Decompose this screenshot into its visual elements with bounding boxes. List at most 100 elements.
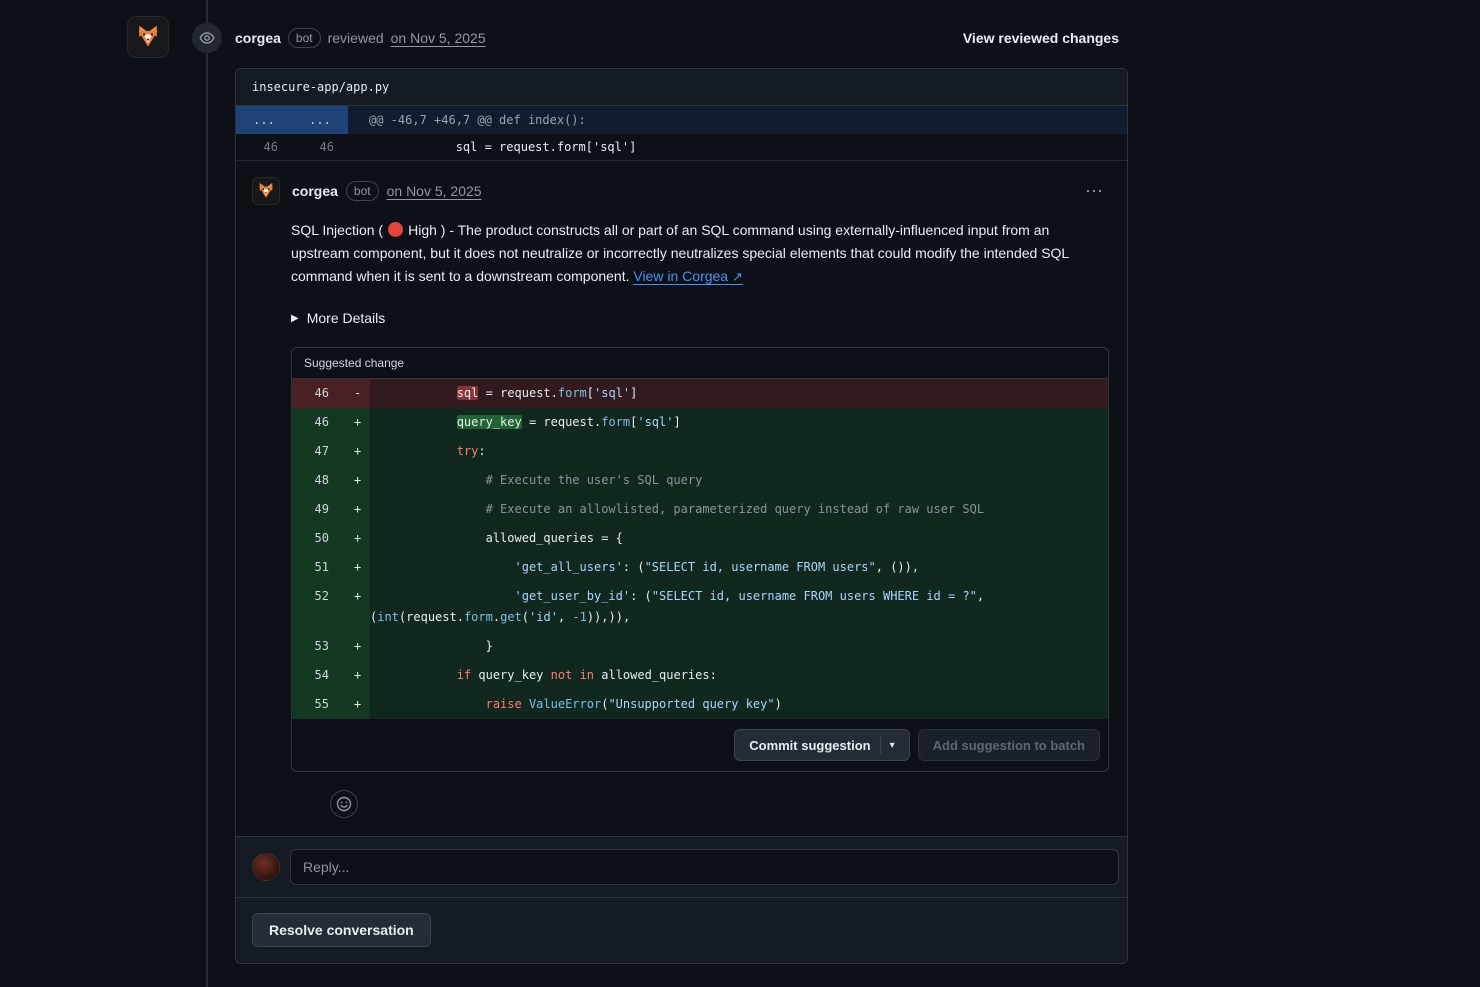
diff-code: allowed_queries = { xyxy=(370,524,1108,553)
diff-context-line: 46 46 sql = request.form['sql'] xyxy=(236,134,1127,161)
reply-row xyxy=(236,837,1127,897)
review-header: corgea bot reviewed on Nov 5, 2025 View … xyxy=(0,0,1480,60)
file-name-link[interactable]: insecure-app/app.py xyxy=(252,80,389,94)
comment-date-link[interactable]: on Nov 5, 2025 xyxy=(387,183,482,199)
diff-hunk-row: ... ... @@ -46,7 +46,7 @@ def index(): xyxy=(236,106,1127,134)
diff-line-number: 52 xyxy=(292,582,346,632)
diff-sign: + xyxy=(346,690,370,719)
kebab-menu-button[interactable]: ⋯ xyxy=(1079,180,1109,202)
diff-line-number: 46 xyxy=(292,408,346,437)
more-details: ▶ More Details xyxy=(291,308,1109,329)
diff-sign: + xyxy=(346,495,370,524)
diff-sign: - xyxy=(346,379,370,408)
review-comment: corgea bot on Nov 5, 2025 ⋯ SQL Injectio… xyxy=(236,161,1127,836)
hunk-gutter-dots-new: ... xyxy=(292,106,348,134)
suggestion-diff-row: 50+ allowed_queries = { xyxy=(292,524,1108,553)
view-reviewed-changes-link[interactable]: View reviewed changes xyxy=(963,30,1119,46)
user-avatar[interactable] xyxy=(252,853,280,881)
review-action-text: reviewed xyxy=(328,30,384,46)
diff-code: 'get_all_users': ("SELECT id, username F… xyxy=(370,553,1108,582)
bot-avatar[interactable] xyxy=(127,16,169,58)
diff-code: # Execute an allowlisted, parameterized … xyxy=(370,495,1108,524)
reply-input[interactable] xyxy=(290,849,1119,885)
emoji-reaction-button[interactable] xyxy=(330,790,358,818)
new-line-number: 46 xyxy=(292,134,348,160)
fox-logo-icon xyxy=(134,23,162,51)
more-details-label: More Details xyxy=(307,308,386,329)
add-suggestion-to-batch-button[interactable]: Add suggestion to batch xyxy=(918,729,1100,761)
diff-line-number: 55 xyxy=(292,690,346,719)
thread-footer: Resolve conversation xyxy=(236,836,1127,963)
suggestion-diff-row: 46+ query_key = request.form['sql'] xyxy=(292,408,1108,437)
commit-suggestion-button[interactable]: Commit suggestion ▾ xyxy=(734,729,909,761)
suggestion-diff-row: 51+ 'get_all_users': ("SELECT id, userna… xyxy=(292,553,1108,582)
suggestion-diff-row: 46- sql = request.form['sql'] xyxy=(292,379,1108,408)
view-in-corgea-link[interactable]: View in Corgea ↗ xyxy=(633,268,742,284)
diff-sign: + xyxy=(346,466,370,495)
file-header: insecure-app/app.py xyxy=(236,69,1127,106)
suggestion-diff-row: 52+ 'get_user_by_id': ("SELECT id, usern… xyxy=(292,582,1108,632)
diff-sign: + xyxy=(346,661,370,690)
diff-code: query_key = request.form['sql'] xyxy=(370,408,1108,437)
comment-bot-avatar[interactable] xyxy=(252,177,280,205)
resolve-row: Resolve conversation xyxy=(236,897,1127,963)
diff-code: try: xyxy=(370,437,1108,466)
diff-sign: + xyxy=(346,524,370,553)
suggested-change: Suggested change 46- sql = request.form[… xyxy=(291,347,1109,772)
hunk-header-text: @@ -46,7 +46,7 @@ def index(): xyxy=(348,106,586,134)
hunk-gutter-dots-old: ... xyxy=(236,106,292,134)
suggestion-diff-row: 48+ # Execute the user's SQL query xyxy=(292,466,1108,495)
diff-sign: + xyxy=(346,582,370,632)
suggestion-diff-row: 54+ if query_key not in allowed_queries: xyxy=(292,661,1108,690)
more-details-toggle[interactable]: ▶ More Details xyxy=(291,308,1109,329)
review-thread-card: insecure-app/app.py ... ... @@ -46,7 +46… xyxy=(235,68,1128,964)
dropdown-caret-icon: ▾ xyxy=(890,740,895,751)
bot-badge: bot xyxy=(288,28,321,48)
high-severity-icon xyxy=(388,222,403,237)
suggestion-diff-row: 49+ # Execute an allowlisted, parameteri… xyxy=(292,495,1108,524)
diff-sign: + xyxy=(346,437,370,466)
external-link-icon: ↗ xyxy=(732,269,743,284)
comment-text-prefix: SQL Injection ( xyxy=(291,222,383,238)
diff-code: # Execute the user's SQL query xyxy=(370,466,1108,495)
comment-author[interactable]: corgea xyxy=(292,183,338,199)
fox-logo-icon xyxy=(256,181,276,201)
hunk-gutter: ... ... xyxy=(236,106,348,134)
diff-sign: + xyxy=(346,553,370,582)
triangle-icon: ▶ xyxy=(291,308,299,329)
eye-icon xyxy=(192,23,222,53)
suggestion-diff: 46- sql = request.form['sql']46+ query_k… xyxy=(292,379,1108,719)
diff-code: } xyxy=(370,632,1108,661)
diff-line-number: 50 xyxy=(292,524,346,553)
diff-code: raise ValueError("Unsupported query key"… xyxy=(370,690,1108,719)
review-date-link[interactable]: on Nov 5, 2025 xyxy=(391,30,486,46)
resolve-conversation-button[interactable]: Resolve conversation xyxy=(252,913,431,947)
diff-line-number: 53 xyxy=(292,632,346,661)
comment-bot-badge: bot xyxy=(346,181,379,201)
smiley-icon xyxy=(336,796,352,812)
diff-line-number: 47 xyxy=(292,437,346,466)
review-author[interactable]: corgea xyxy=(235,30,281,46)
comment-body: SQL Injection (High ) - The product cons… xyxy=(291,219,1075,288)
diff-line-number: 49 xyxy=(292,495,346,524)
diff-line-number: 54 xyxy=(292,661,346,690)
diff-sign: + xyxy=(346,408,370,437)
diff-sign: + xyxy=(346,632,370,661)
suggestion-diff-row: 53+ } xyxy=(292,632,1108,661)
context-code: sql = request.form['sql'] xyxy=(348,134,636,160)
diff-code: if query_key not in allowed_queries: xyxy=(370,661,1108,690)
button-divider xyxy=(880,736,881,754)
context-line-gutter: 46 46 xyxy=(236,134,348,160)
diff-line-number: 46 xyxy=(292,379,346,408)
diff-line-number: 48 xyxy=(292,466,346,495)
diff-code: sql = request.form['sql'] xyxy=(370,379,1108,408)
diff-line-number: 51 xyxy=(292,553,346,582)
suggestion-actions: Commit suggestion ▾ Add suggestion to ba… xyxy=(292,719,1108,771)
suggestion-title: Suggested change xyxy=(292,348,1108,379)
suggestion-diff-row: 47+ try: xyxy=(292,437,1108,466)
commit-suggestion-label: Commit suggestion xyxy=(749,738,870,753)
timeline-line xyxy=(206,0,208,987)
old-line-number: 46 xyxy=(236,134,292,160)
suggestion-diff-row: 55+ raise ValueError("Unsupported query … xyxy=(292,690,1108,719)
diff-code: 'get_user_by_id': ("SELECT id, username … xyxy=(370,582,1108,632)
